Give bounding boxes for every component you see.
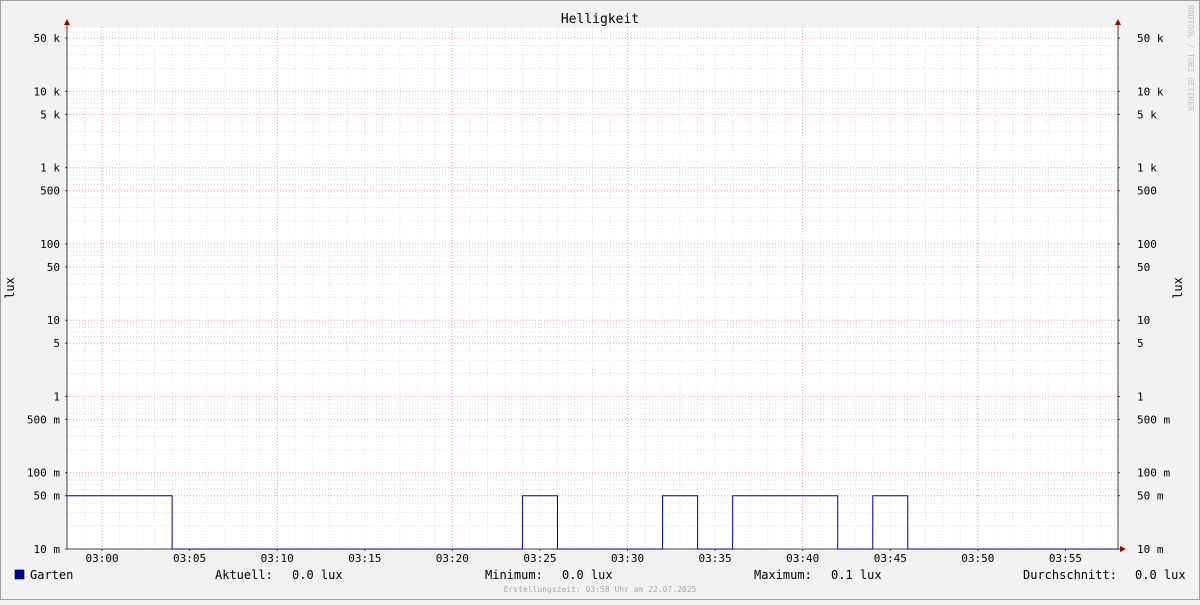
y-tick-label-left: 10 — [47, 314, 60, 327]
y-tick-label-right: 5 k — [1137, 108, 1157, 121]
legend-series-name: Garten — [30, 568, 73, 582]
x-tick-label: 03:15 — [348, 552, 381, 565]
y-tick-label-right: 5 — [1137, 337, 1144, 350]
x-tick-label: 03:35 — [699, 552, 732, 565]
y-tick-label-right: 100 m — [1137, 467, 1170, 480]
brightness-chart: 50 k 50 k10 k 10 k5 k5 k1 k1 k500 500100 100… — [0, 0, 1200, 600]
y-tick-label-right: 10 m — [1137, 543, 1164, 556]
x-tick-label: 03:10 — [261, 552, 294, 565]
y-tick-label-left: 5 — [53, 337, 60, 350]
x-tick-label: 03:05 — [173, 552, 206, 565]
x-tick-label: 03:45 — [874, 552, 907, 565]
chart-image: 50 k 50 k 10 k 10 k5 k5 k1 k1 k 500 500 100 100… — [0, 0, 1200, 600]
y-tick-label-left: 50 m — [34, 490, 61, 503]
legend-avg-value: 0.0 lux — [1135, 568, 1186, 582]
y-tick-label-right: 50 — [1137, 261, 1150, 274]
y-tick-label-left: 50 — [47, 261, 60, 274]
legend-swatch — [14, 569, 25, 580]
y-tick-label-right: 100 — [1137, 238, 1157, 251]
y-tick-label-left: 50 k — [34, 32, 61, 45]
y-tick-label-right: 50 k — [1137, 32, 1164, 45]
legend-min-value: 0.0 lux — [562, 568, 613, 582]
y-tick-label-right: 1 — [1137, 390, 1144, 403]
y-tick-label-right: 500 — [1137, 185, 1157, 198]
y-tick-label-right: 500 m — [1137, 413, 1170, 426]
y-tick-label-left: 100 m — [27, 467, 60, 480]
legend-current-label: Aktuell: — [215, 568, 273, 582]
y-tick-label-left: 500 — [40, 185, 60, 198]
x-tick-label: 03:20 — [436, 552, 469, 565]
y-tick-label-left: 100 — [40, 238, 60, 251]
legend-min-label: Minimum: — [485, 568, 543, 582]
x-tick-label: 03:00 — [85, 552, 118, 565]
legend-max-label: Maximum: — [754, 568, 812, 582]
watermark: RRDTOOL / TOBI OETIKER — [1186, 5, 1195, 111]
y-tick-label-left: 500 m — [27, 413, 60, 426]
legend-avg-label: Durchschnitt: — [1023, 568, 1117, 582]
x-tick-label: 03:50 — [961, 552, 994, 565]
legend-current-value: 0.0 lux — [292, 568, 343, 582]
y-tick-label-left: 1 k — [40, 162, 60, 175]
legend-max-value: 0.1 lux — [831, 568, 882, 582]
y-axis-label-right: lux — [1171, 277, 1185, 299]
footer-timestamp: Erstellungszeit: 03:58 Uhr am 22.07.2025 — [504, 585, 697, 594]
y-tick-label-left: 5 k — [40, 108, 60, 121]
y-tick-label-right: 1 k — [1137, 162, 1157, 175]
y-tick-label-left: 10 k — [34, 85, 61, 98]
y-tick-label-left: 10 m — [34, 543, 61, 556]
y-axis-label-left: lux — [3, 277, 17, 299]
x-tick-label: 03:30 — [611, 552, 644, 565]
y-tick-label-right: 10 k — [1137, 85, 1164, 98]
x-tick-label: 03:40 — [786, 552, 819, 565]
x-tick-label: 03:55 — [1049, 552, 1082, 565]
chart-title: Helligkeit — [561, 12, 639, 27]
x-tick-label: 03:25 — [523, 552, 556, 565]
y-tick-label-right: 50 m — [1137, 490, 1164, 503]
y-tick-label-right: 10 — [1137, 314, 1150, 327]
y-tick-label-left: 1 — [53, 390, 60, 403]
